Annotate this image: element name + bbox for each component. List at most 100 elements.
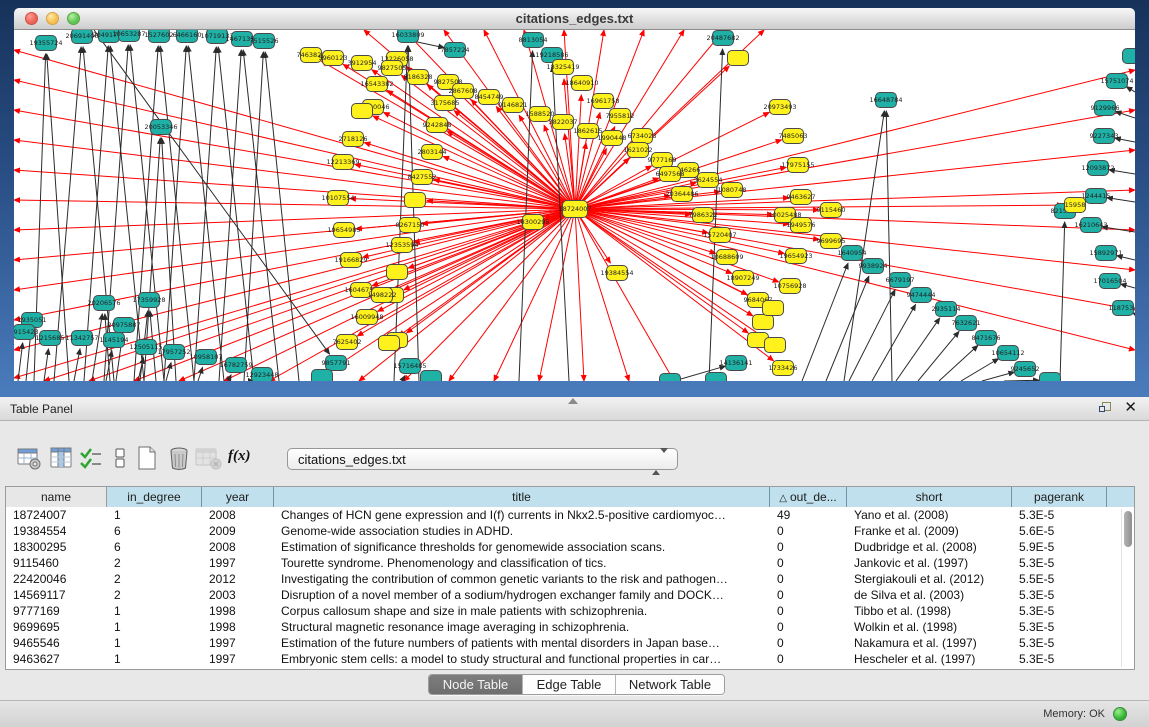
column-header-title[interactable]: title: [274, 487, 770, 507]
delete-table-button[interactable]: [194, 445, 220, 471]
graph-node[interactable]: [405, 193, 426, 208]
table-cell[interactable]: 18300295: [6, 539, 107, 555]
table-row[interactable]: 1456911722003Disruption of a novel membe…: [6, 587, 1134, 603]
table-row[interactable]: 911546021997Tourette syndrome. Phenomeno…: [6, 555, 1134, 571]
table-cell[interactable]: de Silva et al. (2003): [847, 587, 1012, 603]
delete-column-button[interactable]: [166, 445, 192, 471]
column-header-short[interactable]: short: [847, 487, 1012, 507]
table-cell[interactable]: 5.3E-5: [1012, 555, 1107, 571]
graph-edge[interactable]: [1060, 222, 1065, 381]
splitter-grip-icon[interactable]: [568, 398, 578, 404]
table-cell[interactable]: 2012: [202, 571, 274, 587]
table-row[interactable]: 977716911998Corpus callosum shape and si…: [6, 603, 1134, 619]
graph-edge[interactable]: [939, 345, 978, 381]
table-cell[interactable]: 9777169: [6, 603, 107, 619]
graph-node[interactable]: [763, 301, 784, 316]
graph-edge[interactable]: [198, 367, 203, 381]
table-cell[interactable]: 14569117: [6, 587, 107, 603]
graph-node[interactable]: [421, 371, 442, 382]
graph-edge[interactable]: [1004, 380, 1039, 381]
graph-node[interactable]: [312, 370, 333, 382]
table-cell[interactable]: 1998: [202, 619, 274, 635]
table-cell[interactable]: 1: [107, 603, 202, 619]
table-cell[interactable]: Tourette syndrome. Phenomenology and cla…: [274, 555, 770, 571]
table-cell[interactable]: 2008: [202, 539, 274, 555]
table-cell[interactable]: Nakamura et al. (1997): [847, 635, 1012, 651]
table-cell[interactable]: 22420046: [6, 571, 107, 587]
table-cell[interactable]: 5.3E-5: [1012, 507, 1107, 523]
table-cell[interactable]: 1: [107, 651, 202, 667]
tab-network-table[interactable]: Network Table: [615, 675, 724, 695]
graph-edge[interactable]: [982, 372, 1014, 381]
table-cell[interactable]: 0: [770, 571, 847, 587]
graph-edge[interactable]: [575, 209, 1135, 350]
table-cell[interactable]: 0: [770, 587, 847, 603]
table-cell[interactable]: Corpus callosum shape and size in male p…: [274, 603, 770, 619]
table-cell[interactable]: 9463627: [6, 651, 107, 667]
table-cell[interactable]: Genome-wide association studies in ADHD.: [274, 523, 770, 539]
table-cell[interactable]: 2: [107, 571, 202, 587]
graph-edge[interactable]: [14, 209, 575, 290]
graph-node[interactable]: [1040, 373, 1061, 382]
table-cell[interactable]: Yano et al. (2008): [847, 507, 1012, 523]
table-cell[interactable]: 0: [770, 539, 847, 555]
graph-edge[interactable]: [269, 209, 575, 381]
create-column-button[interactable]: [134, 445, 160, 471]
float-panel-button[interactable]: [1099, 402, 1113, 416]
table-cell[interactable]: 0: [770, 635, 847, 651]
table-cell[interactable]: 5.5E-5: [1012, 571, 1107, 587]
table-cell[interactable]: Dudbridge et al. (2008): [847, 539, 1012, 555]
graph-edge[interactable]: [449, 209, 575, 381]
graph-edge[interactable]: [74, 349, 80, 381]
column-header-in_degree[interactable]: in_degree: [107, 487, 202, 507]
table-cell[interactable]: 0: [770, 651, 847, 667]
graph-node[interactable]: [765, 338, 786, 353]
table-cell[interactable]: 5.3E-5: [1012, 651, 1107, 667]
graph-node[interactable]: [387, 265, 408, 280]
graph-node[interactable]: [753, 315, 774, 330]
table-cell[interactable]: Estimation of the future numbers of pati…: [274, 635, 770, 651]
table-cell[interactable]: 2: [107, 555, 202, 571]
table-cell[interactable]: 1997: [202, 555, 274, 571]
graph-edge[interactable]: [918, 331, 959, 381]
table-cell[interactable]: 6: [107, 539, 202, 555]
table-cell[interactable]: 9115460: [6, 555, 107, 571]
graph-node[interactable]: [728, 51, 749, 66]
table-cell[interactable]: 0: [770, 619, 847, 635]
column-header-year[interactable]: year: [202, 487, 274, 507]
graph-edge[interactable]: [575, 209, 674, 381]
graph-node[interactable]: [706, 373, 727, 382]
graph-node[interactable]: [379, 336, 400, 351]
table-cell[interactable]: 5.9E-5: [1012, 539, 1107, 555]
table-cell[interactable]: 49: [770, 507, 847, 523]
graph-edge[interactable]: [1107, 198, 1135, 202]
table-cell[interactable]: 1997: [202, 651, 274, 667]
graph-edge[interactable]: [166, 363, 171, 381]
table-cell[interactable]: Disruption of a novel member of a sodium…: [274, 587, 770, 603]
function-builder-button[interactable]: f(x): [228, 447, 254, 473]
graph-node[interactable]: [660, 374, 681, 382]
table-cell[interactable]: 1: [107, 619, 202, 635]
graph-edge[interactable]: [1126, 87, 1135, 92]
graph-edge[interactable]: [106, 351, 112, 381]
table-cell[interactable]: 9465546: [6, 635, 107, 651]
graph-edge[interactable]: [265, 52, 299, 381]
graph-edge[interactable]: [826, 276, 869, 381]
table-row[interactable]: 946362711997Embryonic stem cells: a mode…: [6, 651, 1134, 667]
table-row[interactable]: 1872400712008Changes of HCN gene express…: [6, 507, 1134, 523]
table-cell[interactable]: 1998: [202, 603, 274, 619]
close-panel-button[interactable]: ✕: [1124, 399, 1137, 417]
table-cell[interactable]: 9699695: [6, 619, 107, 635]
graph-node[interactable]: [352, 104, 373, 119]
row-height-button[interactable]: [108, 445, 134, 471]
table-cell[interactable]: Wolkin et al. (1998): [847, 619, 1012, 635]
table-cell[interactable]: Embryonic stem cells: a model to study s…: [274, 651, 770, 667]
table-cell[interactable]: 2009: [202, 523, 274, 539]
graph-node[interactable]: [1123, 49, 1136, 64]
table-cell[interactable]: 5.6E-5: [1012, 523, 1107, 539]
graph-edge[interactable]: [575, 70, 1135, 209]
graph-edge[interactable]: [194, 47, 216, 381]
graph-edge[interactable]: [164, 46, 186, 381]
tab-edge-table[interactable]: Edge Table: [522, 675, 615, 695]
table-settings-button[interactable]: [16, 445, 42, 471]
